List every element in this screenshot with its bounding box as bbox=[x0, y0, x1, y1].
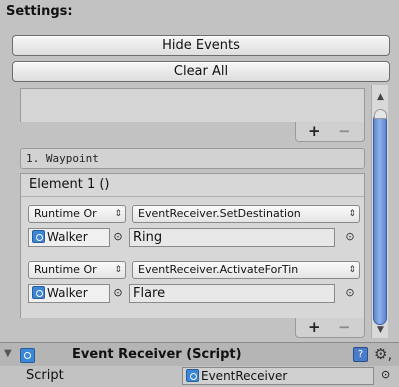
element-title: Element 1 () bbox=[29, 177, 110, 192]
remove-item-button[interactable]: − bbox=[338, 122, 351, 140]
vertical-scrollbar[interactable]: ▲ ▼ bbox=[371, 85, 388, 338]
object-picker-target-icon[interactable]: ⊙ bbox=[110, 285, 126, 302]
argument-field[interactable]: Flare bbox=[129, 284, 335, 303]
list-plus-minus-bottom: + − bbox=[295, 318, 365, 338]
object-field[interactable]: Walker bbox=[28, 228, 110, 247]
updown-arrow-icon: ⇕ bbox=[348, 209, 356, 219]
component-title: Event Receiver (Script) bbox=[72, 347, 242, 362]
object-label: Walker bbox=[47, 230, 88, 244]
argument-field[interactable]: Ring bbox=[129, 228, 335, 247]
object-picker-target-icon[interactable]: ⊙ bbox=[110, 229, 126, 246]
function-label: EventReceiver.SetDestination bbox=[138, 207, 301, 220]
runtime-mode-label: Runtime Or bbox=[34, 263, 97, 276]
fold-arrow-icon[interactable]: ▼ bbox=[4, 348, 12, 359]
remove-event-button[interactable]: − bbox=[338, 318, 351, 336]
runtime-mode-dropdown[interactable]: Runtime Or ⇕ bbox=[28, 205, 126, 223]
updown-arrow-icon: ⇕ bbox=[114, 209, 122, 219]
updown-arrow-icon: ⇕ bbox=[348, 265, 356, 275]
script-icon bbox=[186, 369, 199, 382]
script-field[interactable]: EventReceiver bbox=[182, 367, 374, 385]
script-icon bbox=[32, 230, 45, 243]
waypoint-header[interactable]: 1. Waypoint bbox=[20, 148, 365, 169]
settings-title: Settings: bbox=[6, 4, 73, 19]
scroll-down-icon[interactable]: ▼ bbox=[372, 322, 389, 338]
updown-arrow-icon: ⇕ bbox=[114, 265, 122, 275]
object-label: Walker bbox=[47, 286, 88, 300]
runtime-mode-dropdown[interactable]: Runtime Or ⇕ bbox=[28, 261, 126, 279]
component-header[interactable]: ▼ Event Receiver (Script) ? ⚙, bbox=[0, 342, 399, 366]
list-plus-minus-top: + − bbox=[295, 122, 365, 142]
runtime-mode-label: Runtime Or bbox=[34, 207, 97, 220]
script-label: Script bbox=[26, 368, 64, 383]
script-value: EventReceiver bbox=[201, 369, 288, 383]
add-event-button[interactable]: + bbox=[308, 318, 321, 336]
script-icon bbox=[32, 286, 45, 299]
clear-all-button[interactable]: Clear All bbox=[12, 61, 390, 82]
scroll-thumb-cap bbox=[374, 109, 387, 119]
help-book-icon[interactable]: ? bbox=[353, 347, 368, 362]
add-item-button[interactable]: + bbox=[308, 122, 321, 140]
script-picker-target-icon[interactable]: ⊙ bbox=[381, 368, 390, 381]
gear-icon[interactable]: ⚙, bbox=[374, 345, 392, 363]
hide-events-button[interactable]: Hide Events bbox=[12, 35, 390, 56]
function-dropdown[interactable]: EventReceiver.SetDestination ⇕ bbox=[132, 205, 360, 223]
scroll-up-icon[interactable]: ▲ bbox=[372, 89, 389, 105]
header-divider bbox=[21, 196, 364, 197]
object-field[interactable]: Walker bbox=[28, 284, 110, 303]
function-dropdown[interactable]: EventReceiver.ActivateForTin ⇕ bbox=[132, 261, 360, 279]
event-element-panel: Element 1 () Runtime Or ⇕ EventReceiver.… bbox=[20, 173, 365, 318]
scroll-thumb[interactable] bbox=[373, 113, 387, 325]
list-box-empty bbox=[20, 88, 365, 122]
function-label: EventReceiver.ActivateForTin bbox=[138, 263, 299, 276]
argument-picker-circle-icon[interactable]: ⊙ bbox=[343, 286, 357, 300]
script-component-icon bbox=[20, 348, 35, 363]
argument-picker-circle-icon[interactable]: ⊙ bbox=[343, 230, 357, 244]
